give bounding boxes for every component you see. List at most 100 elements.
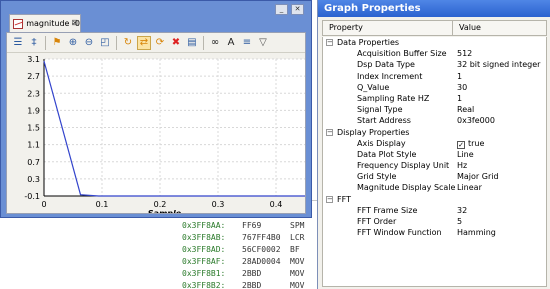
delete-icon[interactable]: ✖ xyxy=(169,36,183,50)
disasm-address: 0x3FF8AD: xyxy=(182,245,226,254)
property-value[interactable]: Linear xyxy=(453,182,482,193)
collapse-icon[interactable]: − xyxy=(326,128,333,136)
property-name: − FFT xyxy=(326,194,351,204)
property-row[interactable]: Frequency Display Unit Hz xyxy=(323,160,546,171)
property-row[interactable]: Axis Display ✓ true xyxy=(323,138,546,149)
zoom-out-icon[interactable]: ⊖ xyxy=(82,36,96,50)
close-tab-icon[interactable]: ⊠ xyxy=(71,18,78,27)
tab-bar: magnitude -0 ⊠ _ ✕ xyxy=(4,4,308,34)
property-row[interactable]: Acquisition Buffer Size 512 xyxy=(323,48,546,59)
zoom-in-icon[interactable]: ⊕ xyxy=(66,36,80,50)
property-value[interactable]: 32 bit signed integer xyxy=(453,59,540,70)
graph-icon xyxy=(13,18,24,29)
property-value[interactable]: Hz xyxy=(453,160,467,171)
header-value[interactable]: Value xyxy=(453,21,481,35)
property-category[interactable]: − FFT xyxy=(323,194,546,205)
property-row[interactable]: Index Increment 1 xyxy=(323,71,546,82)
x-tick-label: 0.2 xyxy=(154,200,167,209)
collapse-icon[interactable]: − xyxy=(326,39,333,46)
property-row[interactable]: FFT Window Function Hamming xyxy=(323,227,546,238)
disasm-row[interactable]: 0x3FF8AD: 56CF0002 BF xyxy=(182,245,300,255)
x-tick-label: 0.4 xyxy=(270,200,283,209)
x-axis-label: Sample xyxy=(148,209,182,213)
property-value[interactable]: Hamming xyxy=(453,227,496,238)
property-row[interactable]: Dsp Data Type 32 bit signed integer xyxy=(323,59,546,70)
property-value[interactable]: 0x3fe000 xyxy=(453,115,495,126)
property-value[interactable]: Real xyxy=(453,104,474,115)
disasm-opcode: 767FF4B0 xyxy=(242,233,281,242)
property-value xyxy=(453,194,457,205)
disasm-row[interactable]: 0x3FF8B1: 2BBD MOV xyxy=(182,269,304,279)
y-tick-label: 2.7 xyxy=(27,72,40,81)
tab-magnitude[interactable]: magnitude -0 ⊠ xyxy=(9,14,81,32)
property-row[interactable]: Signal Type Real xyxy=(323,104,546,115)
disasm-opcode: 2BBD xyxy=(242,281,262,289)
minimize-button[interactable]: _ xyxy=(275,4,288,15)
property-name: Signal Type xyxy=(357,105,403,115)
property-value xyxy=(453,37,457,48)
property-value[interactable]: 5 xyxy=(453,216,462,227)
property-value[interactable]: 1 xyxy=(453,71,462,82)
disasm-row[interactable]: 0x3FF8AA: FF69 SPM xyxy=(182,221,304,231)
magnitude-plot[interactable]: 3.1 2.7 2.3 1.9 1.5 1.1 0.7 0.3 -0.1 0 0.1 0.2 0.3 0.… xyxy=(7,55,305,218)
property-value[interactable]: 30 xyxy=(453,82,467,93)
disasm-opcode: 56CF0002 xyxy=(242,245,281,254)
table-icon[interactable]: ▤ xyxy=(185,36,199,50)
plot-svg: 3.1 2.7 2.3 1.9 1.5 1.1 0.7 0.3 -0.10 0.1 0.2 0.3 0.… xyxy=(24,55,305,218)
disasm-mnemonic: SPM xyxy=(290,221,305,230)
binoculars-icon[interactable]: ∞ xyxy=(208,36,222,50)
text-icon[interactable]: A xyxy=(224,36,238,50)
settings-icon[interactable]: ⚑ xyxy=(50,36,64,50)
disasm-row[interactable]: 0x3FF8AF: 28AD0004 MOV xyxy=(182,257,304,267)
property-row[interactable]: Sampling Rate HZ 1 xyxy=(323,93,546,104)
property-row[interactable]: Magnitude Display Scale Linear xyxy=(323,182,546,193)
property-value[interactable]: Line xyxy=(453,149,474,160)
property-name: FFT Frame Size xyxy=(357,205,418,215)
disasm-address: 0x3FF8AA: xyxy=(182,221,226,230)
close-button[interactable]: ✕ xyxy=(291,4,304,15)
disasm-mnemonic: MOV xyxy=(290,281,305,289)
lines-icon[interactable]: ☰ xyxy=(11,36,25,50)
disasm-opcode: 2BBD xyxy=(242,269,262,278)
header-property[interactable]: Property xyxy=(323,21,453,35)
sync-icon[interactable]: ⇄ xyxy=(137,35,151,50)
property-row[interactable]: Start Address 0x3fe000 xyxy=(323,115,546,126)
menu-icon[interactable]: ▽ xyxy=(256,36,270,50)
property-row[interactable]: Data Plot Style Line xyxy=(323,149,546,160)
disasm-row[interactable]: 0x3FF8B2: 2BBD MOV xyxy=(182,281,304,289)
property-category[interactable]: − Display Properties xyxy=(323,127,546,138)
property-value[interactable]: 512 xyxy=(453,48,472,59)
zoom-region-icon[interactable]: ◰ xyxy=(98,36,112,50)
property-value[interactable]: Major Grid xyxy=(453,171,499,182)
property-row[interactable]: Q_Value 30 xyxy=(323,82,546,93)
toolbar-separator xyxy=(203,35,204,50)
disasm-row[interactable]: 0x3FF8AB: 767FF4B0 LCR xyxy=(182,233,304,243)
property-row[interactable]: Grid Style Major Grid xyxy=(323,171,546,182)
collapse-icon[interactable]: − xyxy=(326,195,333,203)
sync-alt-icon[interactable]: ⟳ xyxy=(153,36,167,50)
refresh-icon[interactable]: ↻ xyxy=(121,36,135,50)
property-category[interactable]: − Data Properties xyxy=(323,37,546,48)
property-name: FFT Order xyxy=(357,217,397,226)
property-name: Axis Display xyxy=(357,138,406,148)
y-tick-label: 1.5 xyxy=(27,124,40,133)
x-tick-label: 0 xyxy=(41,200,46,209)
property-value[interactable]: 1 xyxy=(453,93,462,104)
cursor-icon[interactable]: ‡ xyxy=(27,36,41,50)
property-value[interactable]: ✓ true xyxy=(453,138,484,149)
graph-window: magnitude -0 ⊠ _ ✕ ☰ ‡ ⚑ ⊕ ⊖ ◰ ↻ ⇄ ⟳ ✖ ▤… xyxy=(0,0,312,218)
property-value[interactable]: 32 xyxy=(453,205,467,216)
window-buttons: _ ✕ xyxy=(275,4,304,15)
checkbox-icon[interactable]: ✓ xyxy=(457,140,465,149)
property-row[interactable]: FFT Order 5 xyxy=(323,216,546,227)
property-row[interactable]: FFT Frame Size 32 xyxy=(323,205,546,216)
y-tick-label: 0.7 xyxy=(27,158,40,167)
format-icon[interactable]: ≡ xyxy=(240,36,254,50)
property-name: Frequency Display Unit xyxy=(357,161,450,171)
properties-title: Graph Properties xyxy=(318,0,550,17)
property-name: Sampling Rate HZ xyxy=(357,93,430,103)
property-name: Grid Style xyxy=(357,172,397,182)
property-name: Data Plot Style xyxy=(357,149,417,159)
property-name: Start Address xyxy=(357,116,411,126)
property-name: − Data Properties xyxy=(326,38,400,47)
